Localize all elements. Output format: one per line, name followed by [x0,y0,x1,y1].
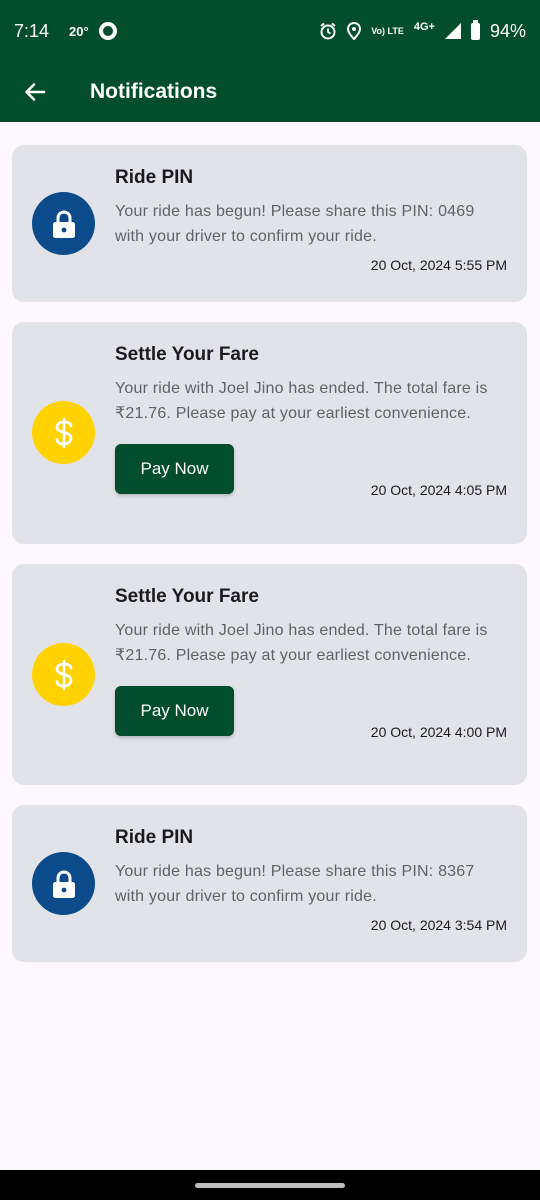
notification-card[interactable]: Ride PIN Your ride has begun! Please sha… [12,145,527,302]
dollar-icon [55,417,72,448]
network-type: 4G+ [413,21,435,33]
notification-title: Settle Your Fare [115,344,259,365]
arrow-left-icon [25,83,46,101]
notification-message: Your ride with Joel Jino has ended. The … [115,380,488,422]
status-right: Vo) LTE 4G+ 94% [319,19,526,42]
alarm-icon [320,22,336,40]
status-time: 7:14 [14,20,50,41]
notification-timestamp: 20 Oct, 2024 5:55 PM [370,257,507,273]
weather-temperature: 20° [69,23,89,39]
status-bar: 7:14 20° Vo) LTE 4G+ 94% [0,0,540,62]
notification-card[interactable]: Ride PIN Your ride has begun! Please sha… [12,805,527,962]
volte-indicator: Vo) LTE [371,25,404,36]
pay-now-button[interactable]: Pay Now [115,686,234,736]
app-bar: Notifications [0,62,540,122]
signal-icon [444,23,461,39]
lock-icon [52,869,75,898]
notification-card: Settle Your Fare Your ride with Joel Jin… [12,322,527,544]
notification-timestamp: 20 Oct, 2024 3:54 PM [370,917,507,933]
notification-message: Your ride has begun! Please share this P… [115,203,475,245]
notification-actions: Pay Now 20 Oct, 2024 4:00 PM [115,686,507,740]
system-navigation-bar [0,1170,540,1200]
ride-pin-badge [32,852,95,915]
notification-timestamp: 20 Oct, 2024 4:00 PM [370,724,507,740]
ride-pin-badge [32,192,95,255]
notification-list: Ride PIN Your ride has begun! Please sha… [12,145,527,982]
notification-title: Settle Your Fare [115,586,259,607]
home-gesture-handle[interactable] [195,1182,345,1188]
notification-title: Ride PIN [115,827,194,848]
notification-title: Ride PIN [115,167,194,188]
fare-badge [32,643,95,706]
notification-actions: Pay Now 20 Oct, 2024 4:05 PM [115,444,507,498]
battery-icon [470,19,480,40]
back-button[interactable] [0,62,70,122]
lock-icon [52,209,75,238]
page-title: Notifications [90,80,218,103]
notification-timestamp: 20 Oct, 2024 4:05 PM [370,482,507,498]
notification-message: Your ride has begun! Please share this P… [115,863,475,905]
notification-message: Your ride with Joel Jino has ended. The … [115,622,488,664]
location-icon [347,22,362,40]
battery-percent: 94% [489,20,526,41]
status-left: 7:14 20° [14,21,117,42]
pay-now-button[interactable]: Pay Now [115,444,234,494]
dollar-icon [55,659,72,690]
app-ring-icon [98,22,117,40]
notification-card: Settle Your Fare Your ride with Joel Jin… [12,564,527,785]
fare-badge [32,401,95,464]
